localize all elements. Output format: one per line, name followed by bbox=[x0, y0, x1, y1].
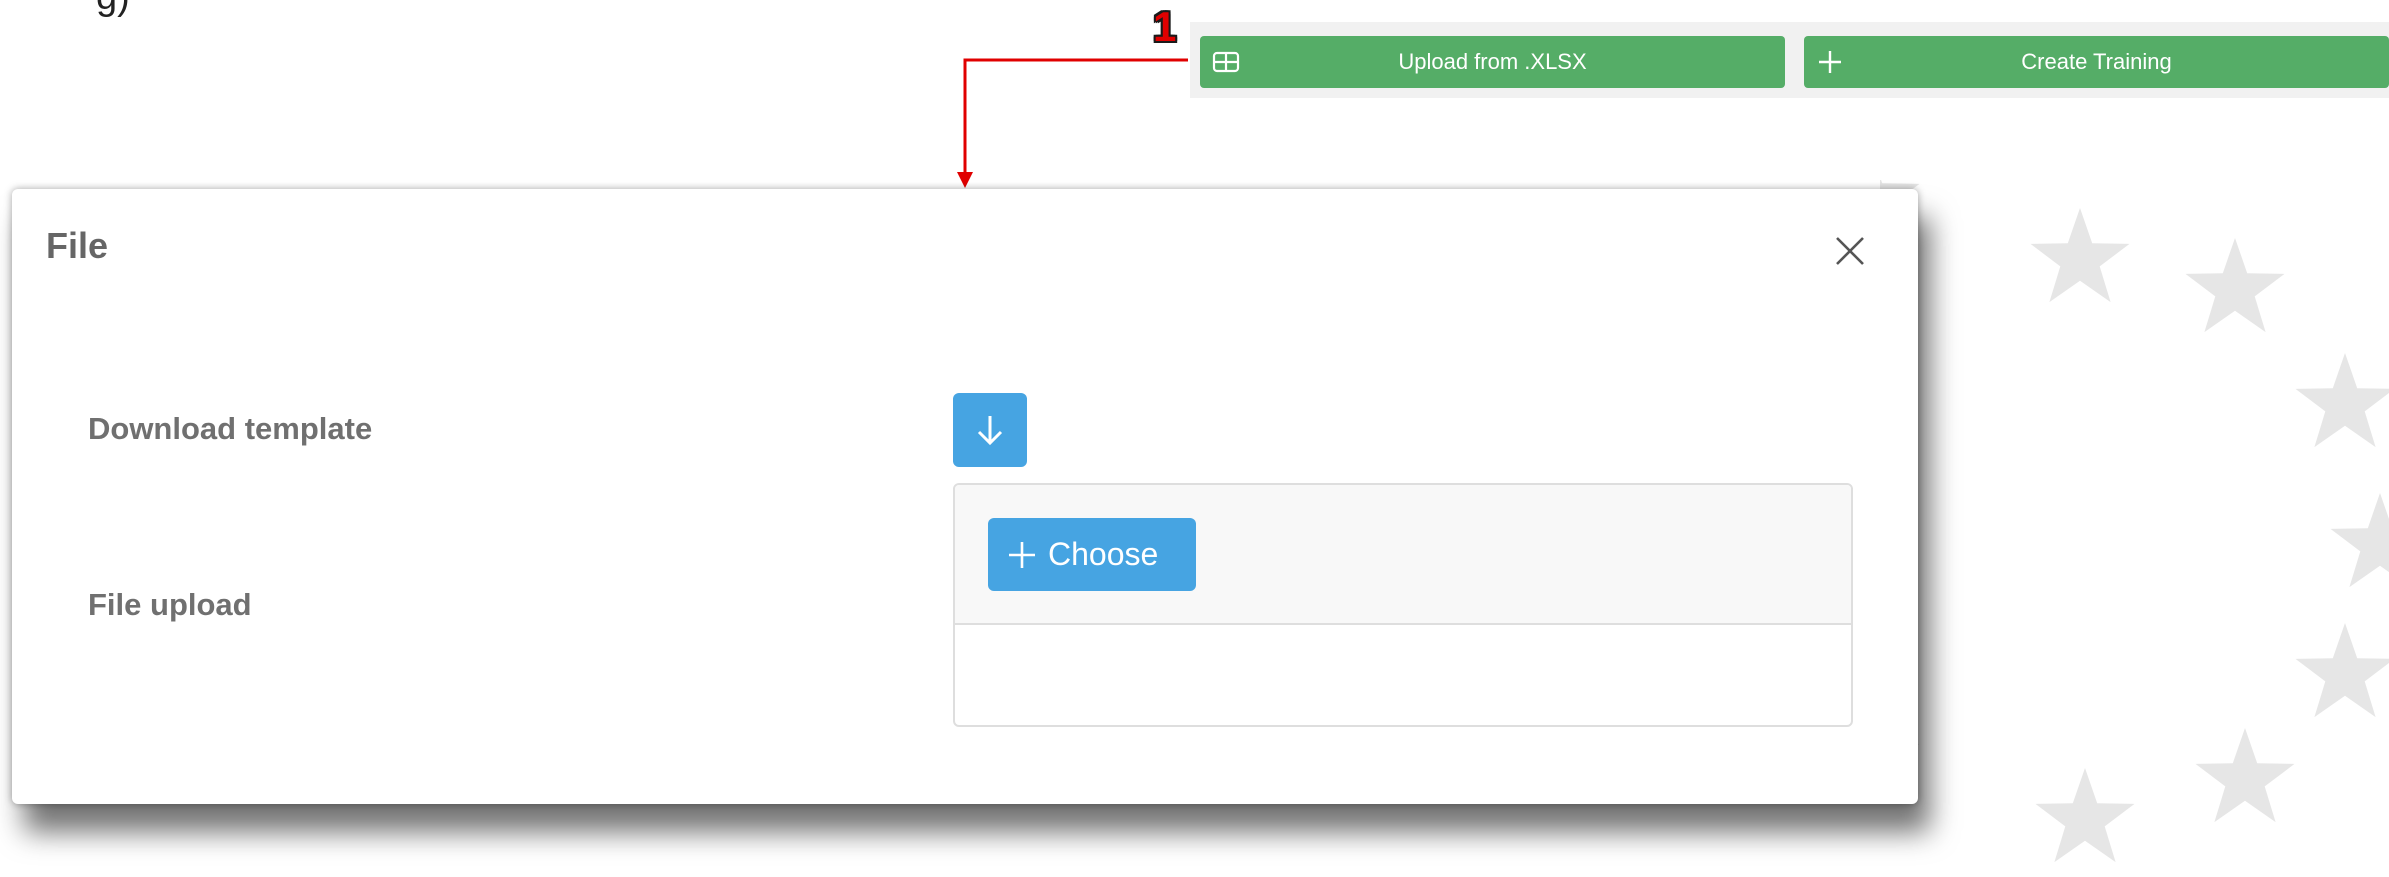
file-upload-label: File upload bbox=[88, 587, 252, 622]
plus-icon bbox=[1819, 51, 1841, 73]
file-upload-dropzone[interactable]: Choose bbox=[953, 483, 1853, 727]
choose-file-label: Choose bbox=[1048, 536, 1159, 572]
download-template-button[interactable] bbox=[953, 393, 1027, 467]
stars-decoration bbox=[1880, 180, 2389, 863]
callout-1: 1 bbox=[1153, 3, 1177, 50]
download-template-label: Download template bbox=[88, 411, 373, 446]
close-icon[interactable] bbox=[1832, 233, 1868, 269]
plus-icon bbox=[1009, 541, 1035, 568]
create-training-label: Create Training bbox=[2021, 49, 2172, 74]
create-training-button[interactable]: Create Training bbox=[1804, 36, 2389, 88]
file-dialog: File Download template File upload Choos… bbox=[12, 189, 1918, 804]
table-icon bbox=[1212, 51, 1240, 73]
arrow-down-icon bbox=[977, 416, 1003, 446]
dialog-title: File bbox=[46, 225, 109, 266]
file-upload-header: Choose bbox=[955, 485, 1851, 625]
choose-file-button[interactable]: Choose bbox=[988, 518, 1196, 591]
upload-xlsx-button[interactable]: Upload from .XLSX bbox=[1200, 36, 1785, 88]
toolbar: Upload from .XLSX Create Training bbox=[1190, 22, 2389, 98]
clipped-text: g) bbox=[96, 0, 130, 16]
upload-xlsx-label: Upload from .XLSX bbox=[1398, 49, 1587, 74]
